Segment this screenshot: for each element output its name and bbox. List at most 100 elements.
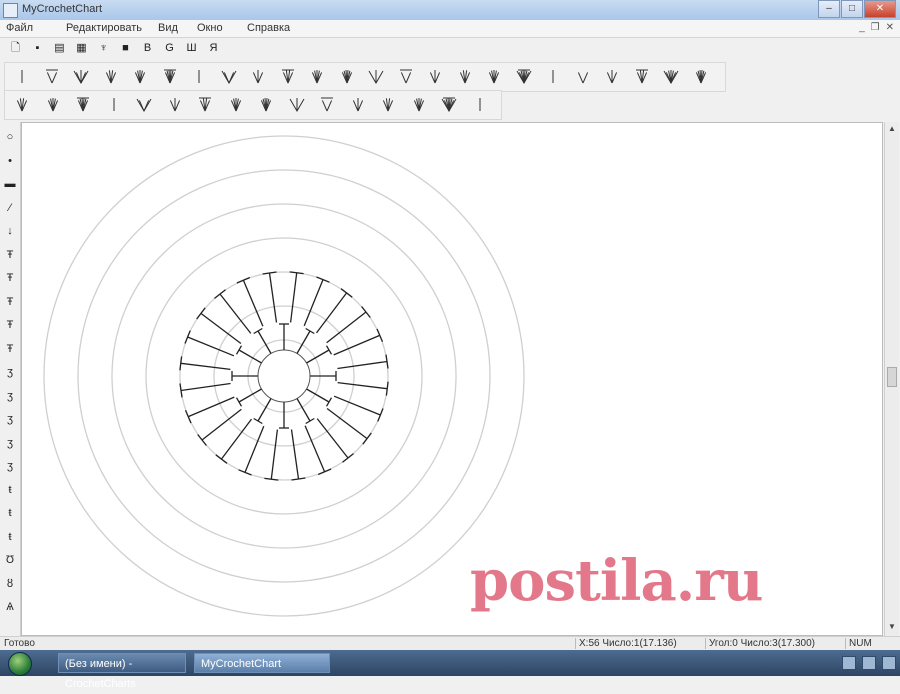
- stitch-symbol-icon[interactable]: [306, 66, 328, 86]
- open-icon[interactable]: ▤: [52, 41, 67, 56]
- stitch-symbol-icon[interactable]: [438, 94, 460, 114]
- stitch-symbol-icon[interactable]: [103, 94, 125, 114]
- stitch-symbol-icon[interactable]: [454, 66, 476, 86]
- stitch-3d-icon[interactable]: ʒ: [3, 436, 17, 450]
- stitch-symbol-icon[interactable]: [408, 94, 430, 114]
- dot-icon[interactable]: •: [3, 154, 17, 168]
- print-icon[interactable]: ▦: [74, 41, 89, 56]
- stitch-symbol-icon[interactable]: [70, 66, 92, 86]
- new-file-icon[interactable]: 🗋: [8, 41, 23, 56]
- stitch-symbol-icon[interactable]: [542, 66, 564, 86]
- stitch-symbol-icon[interactable]: [660, 66, 682, 86]
- stitch-mark: [316, 418, 354, 463]
- grid-icon[interactable]: Ш: [184, 41, 199, 56]
- menu-edit[interactable]: Редактировать: [66, 22, 142, 34]
- stitch-symbol-icon[interactable]: [424, 66, 446, 86]
- stitch-symbol-icon[interactable]: [316, 94, 338, 114]
- menu-file[interactable]: Файл: [6, 22, 33, 34]
- oval-icon[interactable]: ▬: [3, 177, 17, 191]
- tray-volume-icon[interactable]: [862, 656, 876, 670]
- stitch-symbol-icon[interactable]: [194, 94, 216, 114]
- stitch-symbol-icon[interactable]: [365, 66, 387, 86]
- stitch-u-icon[interactable]: Ʊ: [3, 553, 17, 567]
- stitch-t3-icon[interactable]: Ŧ: [3, 318, 17, 332]
- arrow-down-icon[interactable]: ↓: [3, 224, 17, 238]
- mdi-minimize-icon[interactable]: _: [859, 22, 865, 33]
- stitch-symbol-icon[interactable]: [601, 66, 623, 86]
- stitch-symbol-icon[interactable]: [72, 94, 94, 114]
- stitch-symbol-icon[interactable]: [395, 66, 417, 86]
- stitch-symbol-icon[interactable]: [225, 94, 247, 114]
- stitch-mark: [296, 398, 315, 425]
- stitch-mark: [306, 345, 333, 364]
- mdi-close-icon[interactable]: ✕: [886, 22, 894, 33]
- stitch-symbol-icon[interactable]: [513, 66, 535, 86]
- scroll-up-icon[interactable]: ▲: [887, 124, 897, 136]
- menu-help[interactable]: Справка: [247, 22, 290, 34]
- stitch-mark: [303, 276, 330, 327]
- save-icon[interactable]: ▪: [30, 41, 45, 56]
- stitch-symbol-icon[interactable]: [631, 66, 653, 86]
- stitch-symbol-icon[interactable]: [690, 66, 712, 86]
- taskbar-item-2[interactable]: MyCrochetChart: [194, 653, 330, 673]
- stitch-symbol-icon[interactable]: [218, 66, 240, 86]
- vertical-scrollbar[interactable]: ▲ ▼: [884, 122, 899, 636]
- stitch-symbol-icon[interactable]: [286, 94, 308, 114]
- stitch-symbol-icon[interactable]: [188, 66, 210, 86]
- stitch-symbol-icon[interactable]: [469, 94, 491, 114]
- mdi-restore-icon[interactable]: ❐: [871, 22, 880, 33]
- menu-window[interactable]: Окно: [197, 22, 223, 34]
- stitch-symbol-icon[interactable]: [159, 66, 181, 86]
- menu-view[interactable]: Вид: [158, 22, 178, 34]
- stitch-3b-icon[interactable]: ʒ: [3, 389, 17, 403]
- stitch-symbol-icon[interactable]: [277, 66, 299, 86]
- rotate-icon[interactable]: Я: [206, 41, 221, 56]
- stitch-v-icon[interactable]: ȣ: [3, 577, 17, 591]
- stitch-symbol-icon[interactable]: [133, 94, 155, 114]
- stitch-symbol-icon[interactable]: [377, 94, 399, 114]
- stitch-symbols-toolbar-2: [4, 90, 502, 120]
- circle-icon[interactable]: ○: [3, 130, 17, 144]
- paint-icon[interactable]: ♆: [96, 41, 111, 56]
- bold-icon[interactable]: B: [140, 41, 155, 56]
- stitch-symbol-icon[interactable]: [11, 94, 33, 114]
- guide-circle: [43, 135, 525, 617]
- scroll-down-icon[interactable]: ▼: [887, 622, 897, 634]
- tray-network-icon[interactable]: [842, 656, 856, 670]
- stitch-symbol-icon[interactable]: [100, 66, 122, 86]
- stitch-symbol-icon[interactable]: [11, 66, 33, 86]
- stitch-symbol-icon[interactable]: [42, 94, 64, 114]
- stitch-mark: [214, 289, 252, 334]
- stitch-a-icon[interactable]: Ѧ: [3, 600, 17, 614]
- stitch-t-icon[interactable]: Ŧ: [3, 248, 17, 262]
- stitch-symbol-icon[interactable]: [572, 66, 594, 86]
- color-icon[interactable]: ■: [118, 41, 133, 56]
- stitch-symbol-icon[interactable]: [336, 66, 358, 86]
- stitch-long-icon[interactable]: ŧ: [3, 483, 17, 497]
- taskbar-item-1[interactable]: (Без имени) - CrochetCharts: [58, 653, 186, 690]
- stitch-symbol-icon[interactable]: [41, 66, 63, 86]
- stitch-t4-icon[interactable]: Ŧ: [3, 342, 17, 356]
- stitch-symbol-icon[interactable]: [247, 66, 269, 86]
- close-button[interactable]: ✕: [864, 0, 896, 18]
- stitch-long3-icon[interactable]: ŧ: [3, 530, 17, 544]
- stitch-symbol-icon[interactable]: [347, 94, 369, 114]
- minimize-button[interactable]: –: [818, 0, 840, 18]
- slip-icon[interactable]: ⁄: [3, 201, 17, 215]
- maximize-button[interactable]: □: [841, 0, 863, 18]
- stitch-3e-icon[interactable]: ʒ: [3, 459, 17, 473]
- tray-flag-icon[interactable]: [882, 656, 896, 670]
- stitch-long2-icon[interactable]: ŧ: [3, 506, 17, 520]
- stitch-f-icon[interactable]: Ŧ: [3, 271, 17, 285]
- start-button[interactable]: [8, 652, 32, 676]
- scroll-thumb[interactable]: [887, 367, 897, 387]
- stitch-3-icon[interactable]: ʒ: [3, 365, 17, 379]
- app-icon[interactable]: [3, 3, 18, 18]
- stitch-t2-icon[interactable]: Ŧ: [3, 295, 17, 309]
- stitch-symbol-icon[interactable]: [483, 66, 505, 86]
- stitch-symbol-icon[interactable]: [255, 94, 277, 114]
- stitch-symbol-icon[interactable]: [129, 66, 151, 86]
- font-icon[interactable]: G: [162, 41, 177, 56]
- stitch-symbol-icon[interactable]: [164, 94, 186, 114]
- stitch-3c-icon[interactable]: ʒ: [3, 412, 17, 426]
